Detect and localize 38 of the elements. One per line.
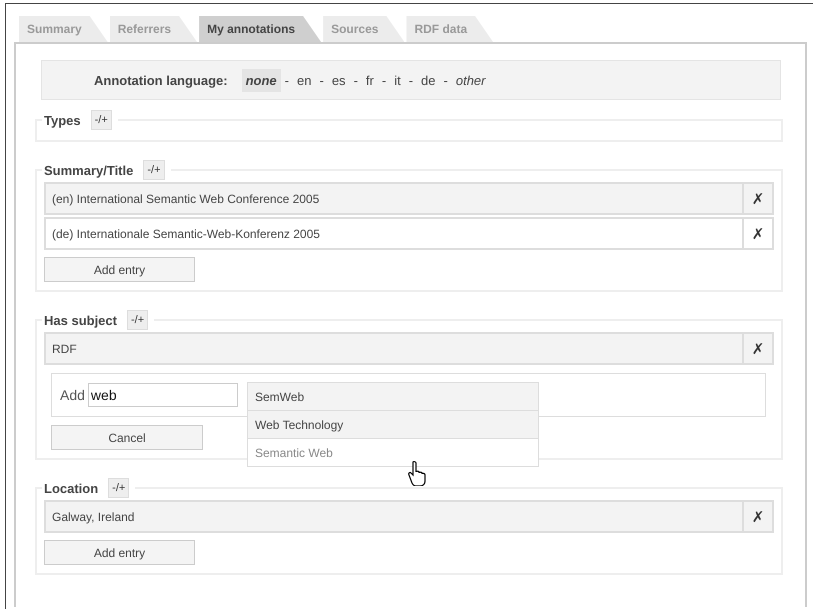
delete-button[interactable]: ✗ — [742, 184, 772, 213]
add-label: Add — [60, 387, 85, 403]
language-option[interactable]: de — [417, 68, 440, 92]
separator: - — [442, 72, 449, 88]
language-option[interactable]: fr — [362, 68, 378, 92]
add-entry-button[interactable]: Add entry — [44, 257, 195, 282]
language-label: Annotation language: — [94, 72, 228, 88]
language-option[interactable]: en — [293, 68, 316, 92]
language-option[interactable]: es — [328, 68, 350, 92]
delete-button[interactable]: ✗ — [742, 219, 772, 248]
entry-text: RDF — [51, 340, 78, 358]
toggle-button[interactable]: -/+ — [143, 160, 165, 180]
language-option[interactable]: it — [390, 68, 405, 92]
separator: - — [318, 72, 325, 88]
add-input-field[interactable]: web — [88, 383, 238, 407]
separator: - — [408, 72, 414, 88]
separator: - — [352, 72, 359, 88]
entry-text: (en) International Semantic Web Conference 2005 — [51, 190, 320, 208]
language-option[interactable]: none — [242, 68, 281, 92]
delete-button[interactable]: ✗ — [742, 502, 772, 531]
section-title: Location — [44, 480, 98, 496]
section-title: Types — [44, 112, 81, 128]
toggle-button[interactable]: -/+ — [126, 310, 148, 330]
toggle-button[interactable]: -/+ — [90, 110, 112, 130]
language-option[interactable]: other — [452, 68, 490, 92]
suggestion-item[interactable]: SemWeb — [248, 383, 538, 411]
section-title: Summary/Title — [44, 162, 134, 178]
entry-text: Galway, Ireland — [51, 508, 136, 526]
separator: - — [284, 72, 290, 88]
entry-text: (de) Internationale Semantic-Web-Konferenz 2005 — [51, 226, 321, 242]
suggestion-item[interactable]: Web Technology — [248, 411, 538, 439]
add-entry-button[interactable]: Add entry — [44, 540, 195, 565]
section-title: Has subject — [44, 312, 117, 328]
toggle-button[interactable]: -/+ — [108, 478, 130, 498]
separator: - — [380, 72, 388, 88]
cancel-button[interactable]: Cancel — [51, 425, 203, 450]
delete-button[interactable]: ✗ — [742, 334, 772, 363]
tab[interactable]: My annotations — [199, 16, 322, 42]
